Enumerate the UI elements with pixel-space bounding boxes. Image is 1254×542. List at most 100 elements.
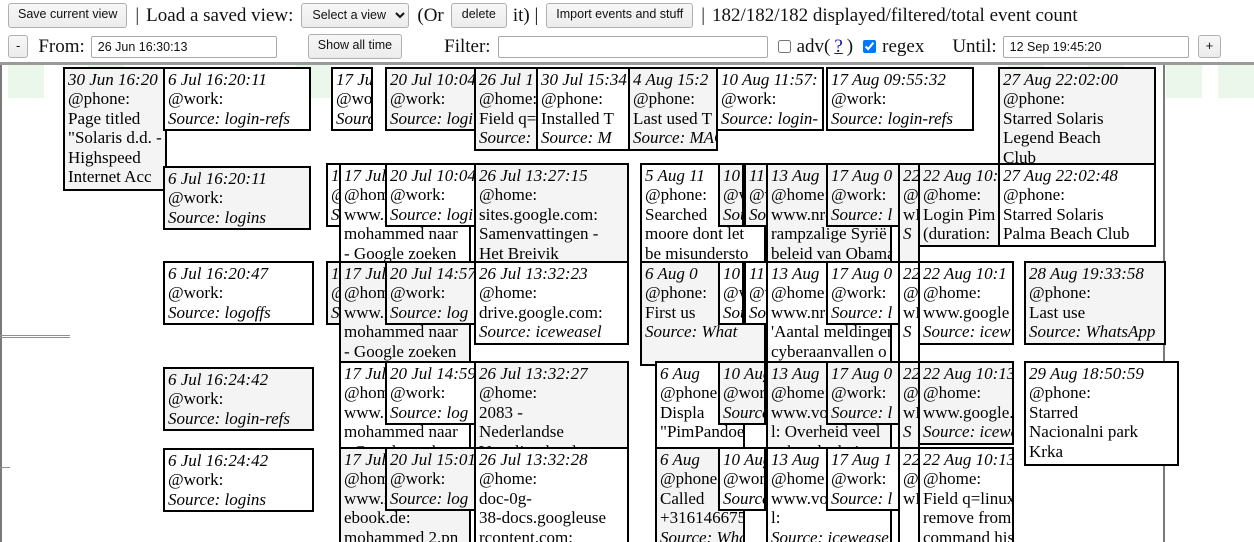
event-box[interactable]: 20 Jul 14:57 @work: Source: log	[385, 261, 483, 325]
event-box[interactable]: 20 Jul 10:04:26@work:Source: logi	[385, 67, 483, 131]
event-box[interactable]: 10 Aug@wSou	[718, 163, 744, 227]
save-current-view-button[interactable]: Save current view	[8, 3, 128, 28]
event-source: Source: Wha	[660, 527, 745, 542]
from-input[interactable]	[90, 35, 277, 58]
event-box[interactable]: 6 Jul 16:24:42 @work: Source: logins	[163, 448, 314, 512]
event-box[interactable]: 20 Jul 14:59 @work: Source: log	[385, 361, 483, 425]
event-box[interactable]: 29 Aug 18:50:59 @phone: Starred Nacionalni…	[1024, 361, 1179, 466]
event-description: Last use	[1029, 302, 1086, 322]
toolbar-separator-1: |	[135, 5, 140, 26]
adv-help-link[interactable]: ?	[834, 37, 842, 56]
event-location: @work:	[336, 89, 373, 109]
event-box[interactable]: 22 Aug 10:13: @home: www.google.n Source: i…	[918, 361, 1014, 445]
event-location: @home:	[331, 283, 340, 302]
event-timestamp: 6 Jul 16:20:11	[168, 70, 267, 89]
event-box[interactable]: 17 Aug 09:55:32 @work: Source: login-refs	[826, 67, 974, 131]
event-location: @work:	[721, 89, 777, 109]
view-select[interactable]: Select a view	[301, 3, 410, 28]
event-box[interactable]: 10 Aug@work:Source	[718, 361, 766, 425]
event-box[interactable]: 6 Jul 16:20:11 @work: Source: login-refs	[163, 67, 311, 131]
event-box[interactable]: 22 Aug@hwPB	[898, 447, 920, 542]
import-events-button[interactable]: Import events and stuff	[546, 3, 694, 28]
regex-checkbox-wrap[interactable]: regex	[863, 37, 924, 56]
timeline-stripe	[8, 65, 44, 98]
show-all-time-button[interactable]: Show all time	[307, 34, 403, 59]
event-timestamp: 10 Aug	[723, 166, 740, 185]
event-timestamp: 26 Jul 13:32:27	[479, 364, 588, 383]
event-timestamp: 27 Aug 22:02:48	[1003, 166, 1118, 185]
event-source: Source: logins	[168, 489, 267, 509]
event-source: Source: logi	[390, 204, 473, 224]
event-location: @work:	[168, 188, 224, 208]
event-description: doc-0g- 38-docs.googleuse rcontent.com:	[479, 488, 607, 542]
event-box[interactable]: 28 Aug 19:33:58 @phone: Last use Source: Wh…	[1024, 261, 1166, 345]
event-timestamp: 6 Jul 16:20:11	[168, 169, 267, 188]
timeline-canvas[interactable]: 30 Jun 16:20 @phone: Page titled "Solaris …	[0, 63, 1254, 542]
event-source: Source: login-refs	[336, 108, 371, 128]
event-source: Source: icewe	[923, 422, 1014, 442]
delete-view-button[interactable]: delete	[450, 3, 507, 28]
event-timestamp: 10 Aug 11:57:	[721, 70, 818, 89]
event-box[interactable]: 26 Jul 1 @home: Field q= Source:	[474, 67, 540, 151]
event-box[interactable]: 6 Jul 16:20:11 @work: Source: logins	[163, 166, 311, 230]
event-location: @work:	[390, 283, 446, 303]
event-timestamp: 22 Aug 10:	[923, 166, 999, 185]
event-box[interactable]: 4 Aug 15:2 @phone: Last used T Source: MAC	[628, 67, 718, 151]
event-location: @work:	[390, 383, 446, 403]
adv-checkbox[interactable]	[777, 40, 791, 53]
regex-checkbox[interactable]	[863, 40, 877, 53]
event-box[interactable]: 30 Jul 15:34:16@phone:Installed TSource:…	[536, 67, 632, 151]
event-timestamp: 27 Aug 22:02:00	[1003, 70, 1118, 89]
event-box[interactable]: 26 Jul 13:32:23 @home: drive.google.com: So…	[474, 261, 629, 345]
event-box[interactable]: 10 Aug@work:Source	[718, 447, 766, 511]
adv-checkbox-wrap[interactable]: adv(?)	[777, 37, 853, 56]
toolbar: Save current view | Load a saved view: S…	[0, 0, 1254, 63]
event-box[interactable]: 22 Aug 10:1 @home: www.google Source: icew	[918, 261, 1014, 345]
filter-label: Filter:	[444, 36, 491, 57]
event-box[interactable]: 6 Jul 16:20:47 @work: Source: logoffs	[163, 261, 314, 325]
event-source: Source: icew	[923, 322, 1011, 342]
event-timestamp: 22 Aug 10:13:	[923, 364, 1014, 383]
event-location: @work:	[168, 470, 224, 490]
event-location: @home:	[479, 383, 538, 403]
event-timestamp: 6 Jul 16:24:42	[168, 370, 269, 389]
event-box[interactable]: 11 Aug@wSou	[744, 163, 768, 227]
event-box[interactable]: 20 Jul 15:01 @work: Source: log	[385, 447, 483, 511]
event-box[interactable]: 20 Jul 10:04:28@work:Source: logi	[385, 163, 483, 227]
event-box[interactable]: 11 Aug@wSou	[744, 261, 768, 325]
zoom-out-button[interactable]: -	[8, 34, 29, 59]
event-location: @work:	[168, 89, 224, 109]
event-box[interactable]: 10 Aug@wSou	[718, 261, 744, 325]
event-source: S	[903, 422, 912, 442]
event-timestamp: 11 Aug	[749, 166, 765, 185]
event-location: @w	[749, 185, 766, 205]
event-description: Starred Solaris Palma Beach Club	[1003, 204, 1130, 244]
event-box[interactable]: 26 Jul 13:32:28 @home: doc-0g- 38-docs.goo…	[474, 447, 629, 542]
timeline-left-gutter	[0, 65, 2, 542]
event-description: www.google.n	[923, 402, 1014, 422]
filter-input[interactable]	[497, 35, 768, 58]
event-location: @w	[723, 283, 742, 303]
event-box[interactable]: 10 Aug 11:57: @work: Source: login-	[716, 67, 824, 131]
event-source: Source: MAC	[633, 128, 718, 148]
event-source: Source: GMaps	[1029, 461, 1175, 464]
event-box[interactable]: 27 Aug 22:02:48 @phone: Starred Solaris Pa…	[998, 163, 1156, 247]
zoom-in-button[interactable]: +	[1197, 34, 1222, 59]
event-timestamp: 20 Jul 14:59	[390, 364, 476, 383]
event-description: Login Pim (duration:	[923, 204, 996, 244]
until-input[interactable]	[1002, 35, 1189, 58]
event-location: @h	[903, 469, 919, 489]
event-box[interactable]: 17 Jul 09:58:02@work:Source: login-refs	[331, 67, 373, 131]
event-location: @phone:	[68, 89, 130, 109]
timeline-app: Save current view | Load a saved view: S…	[0, 0, 1254, 542]
event-box[interactable]: 22 Aug 10:13: @home: Field q=linux remove …	[918, 447, 1014, 542]
event-source: Source: log	[390, 302, 469, 322]
event-box[interactable]: 26 Jul 13:27:15 @home: sites.google.com: S…	[474, 163, 629, 268]
event-box[interactable]: 6 Jul 16:24:42 @work: Source: login-refs	[163, 367, 314, 431]
toolbar-separator-2: |	[701, 5, 706, 26]
event-timestamp: 26 Jul 1	[479, 70, 534, 89]
event-location: @home:	[479, 283, 538, 303]
event-box[interactable]: 30 Jun 16:20 @phone: Page titled "Solaris …	[63, 67, 167, 191]
event-box[interactable]: 27 Aug 22:02:00 @phone: Starred Solaris Le…	[998, 67, 1156, 172]
event-count-text: 182/182/182 displayed/filtered/total eve…	[712, 5, 1078, 26]
